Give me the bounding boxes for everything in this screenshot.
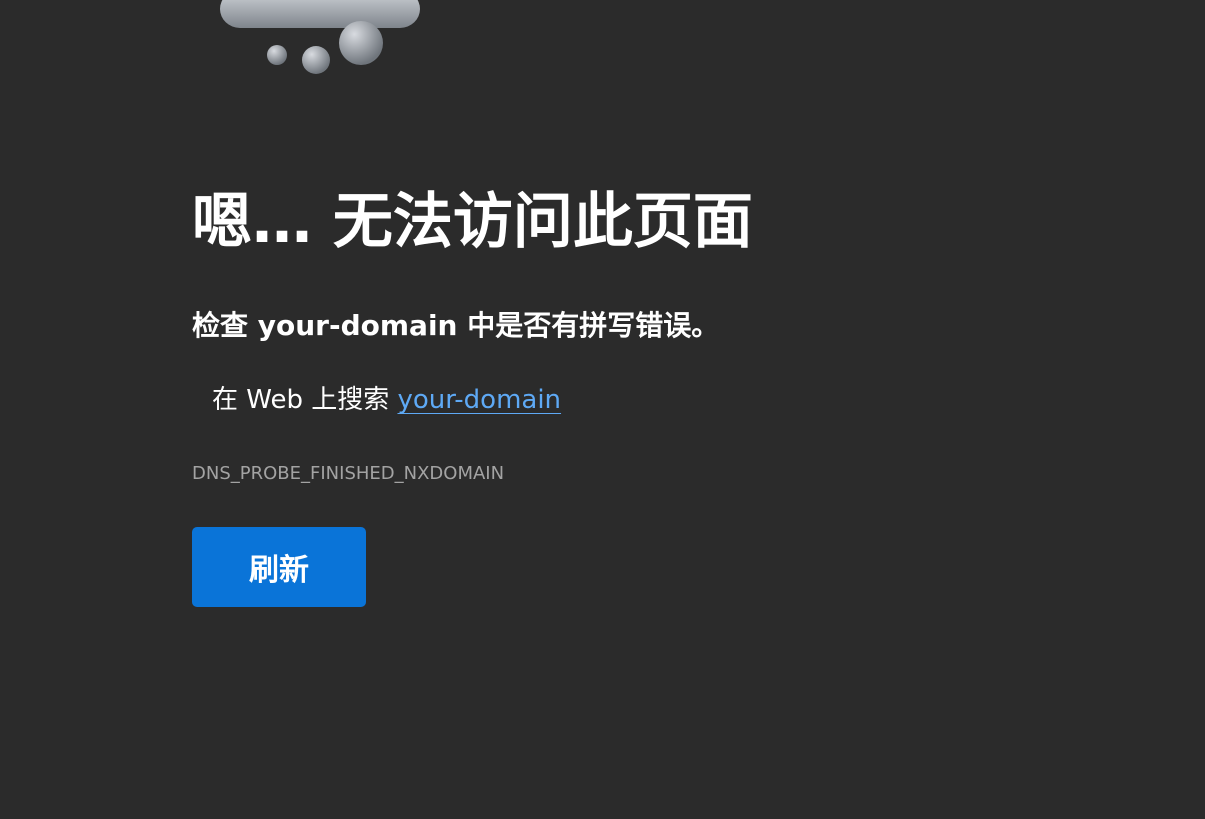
rain-drop <box>302 46 330 74</box>
error-page: 嗯… 无法访问此页面 检查 your-domain 中是否有拼写错误。 在 We… <box>0 0 1205 819</box>
search-domain-link[interactable]: your-domain <box>397 385 561 415</box>
page-title: 嗯… 无法访问此页面 <box>192 187 753 257</box>
spelling-check-message: 检查 your-domain 中是否有拼写错误。 <box>192 309 720 342</box>
rain-drop <box>339 21 383 65</box>
search-prefix: 在 Web 上搜索 <box>212 385 398 415</box>
refresh-button[interactable]: 刷新 <box>192 527 366 607</box>
rain-drop <box>267 45 287 65</box>
rain-cloud-icon <box>220 0 420 74</box>
web-search-suggestion: 在 Web 上搜索 your-domain <box>212 381 561 419</box>
cloud-shape <box>220 0 420 28</box>
error-code: DNS_PROBE_FINISHED_NXDOMAIN <box>192 463 505 484</box>
